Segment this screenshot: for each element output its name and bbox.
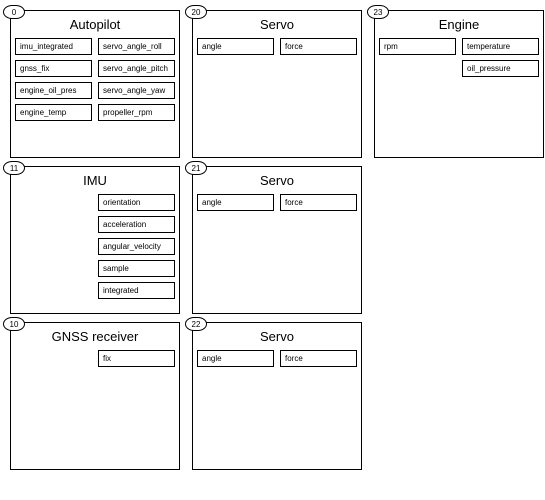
node[interactable]: 21Servoangleforce — [192, 166, 362, 314]
port-output[interactable]: force — [280, 350, 357, 367]
ports-right: orientation acceleration angular_velocitys… — [98, 194, 175, 299]
node-title: Servo — [197, 17, 357, 32]
port-output[interactable]: servo_angle_pitch — [98, 60, 175, 77]
ports-container: angle force — [197, 350, 357, 367]
ports-container: orientation acceleration angular_velocitys… — [15, 194, 175, 299]
port-input[interactable]: angle — [197, 38, 274, 55]
node[interactable]: 22Servoangleforce — [192, 322, 362, 470]
port-input[interactable]: angle — [197, 350, 274, 367]
ports-left — [15, 350, 92, 367]
node-id-badge: 22 — [185, 317, 207, 331]
node-title: Servo — [197, 173, 357, 188]
ports-right: force — [280, 194, 357, 211]
node-title: IMU — [15, 173, 175, 188]
port-output[interactable]: force — [280, 194, 357, 211]
node[interactable]: 20Servoangleforce — [192, 10, 362, 158]
port-input[interactable]: engine_temp — [15, 104, 92, 121]
node-id-badge: 0 — [3, 5, 25, 19]
node-id-badge: 11 — [3, 161, 25, 175]
ports-left — [15, 194, 92, 299]
port-output[interactable]: oil_pressure — [462, 60, 539, 77]
node[interactable]: 0Autopilotimu_integratedgnss_fixengine_o… — [10, 10, 180, 158]
port-output[interactable]: angular_velocity — [98, 238, 175, 255]
ports-container: angle force — [197, 38, 357, 55]
node[interactable]: 23Enginerpmtemperatureoil_pressure — [374, 10, 544, 158]
node-title: Servo — [197, 329, 357, 344]
node-grid: 0Autopilotimu_integratedgnss_fixengine_o… — [10, 10, 535, 470]
ports-left: imu_integrated gnss_fix engine_oil_preseng… — [15, 38, 92, 121]
port-output[interactable]: sample — [98, 260, 175, 277]
ports-container: angle force — [197, 194, 357, 211]
node-id-badge: 10 — [3, 317, 25, 331]
node-id-badge: 21 — [185, 161, 207, 175]
ports-left: angle — [197, 194, 274, 211]
node-id-badge: 23 — [367, 5, 389, 19]
ports-left: angle — [197, 38, 274, 55]
ports-container: imu_integrated gnss_fix engine_oil_preseng… — [15, 38, 175, 121]
ports-container: fix — [15, 350, 175, 367]
port-input[interactable]: engine_oil_pres — [15, 82, 92, 99]
node-title: Engine — [379, 17, 539, 32]
port-input[interactable]: rpm — [379, 38, 456, 55]
ports-container: rpm temperature oil_pressure — [379, 38, 539, 77]
ports-left: angle — [197, 350, 274, 367]
ports-right: temperature oil_pressure — [462, 38, 539, 77]
port-output[interactable]: acceleration — [98, 216, 175, 233]
node[interactable]: 10GNSS receiverfix — [10, 322, 180, 470]
ports-right: fix — [98, 350, 175, 367]
port-output[interactable]: orientation — [98, 194, 175, 211]
ports-right: servo_angle_roll servo_angle_pitch servo_a… — [98, 38, 175, 121]
port-output[interactable]: force — [280, 38, 357, 55]
node-title: Autopilot — [15, 17, 175, 32]
ports-left: rpm — [379, 38, 456, 77]
ports-right: force — [280, 38, 357, 55]
port-output[interactable]: fix — [98, 350, 175, 367]
port-output[interactable]: servo_angle_yaw — [98, 82, 175, 99]
node-title: GNSS receiver — [15, 329, 175, 344]
port-output[interactable]: integrated — [98, 282, 175, 299]
port-input[interactable]: gnss_fix — [15, 60, 92, 77]
port-output[interactable]: propeller_rpm — [98, 104, 175, 121]
port-output[interactable]: temperature — [462, 38, 539, 55]
port-output[interactable]: servo_angle_roll — [98, 38, 175, 55]
port-input[interactable]: imu_integrated — [15, 38, 92, 55]
port-input[interactable]: angle — [197, 194, 274, 211]
node-id-badge: 20 — [185, 5, 207, 19]
ports-right: force — [280, 350, 357, 367]
node[interactable]: 11IMUorientationaccelerationangular_velo… — [10, 166, 180, 314]
